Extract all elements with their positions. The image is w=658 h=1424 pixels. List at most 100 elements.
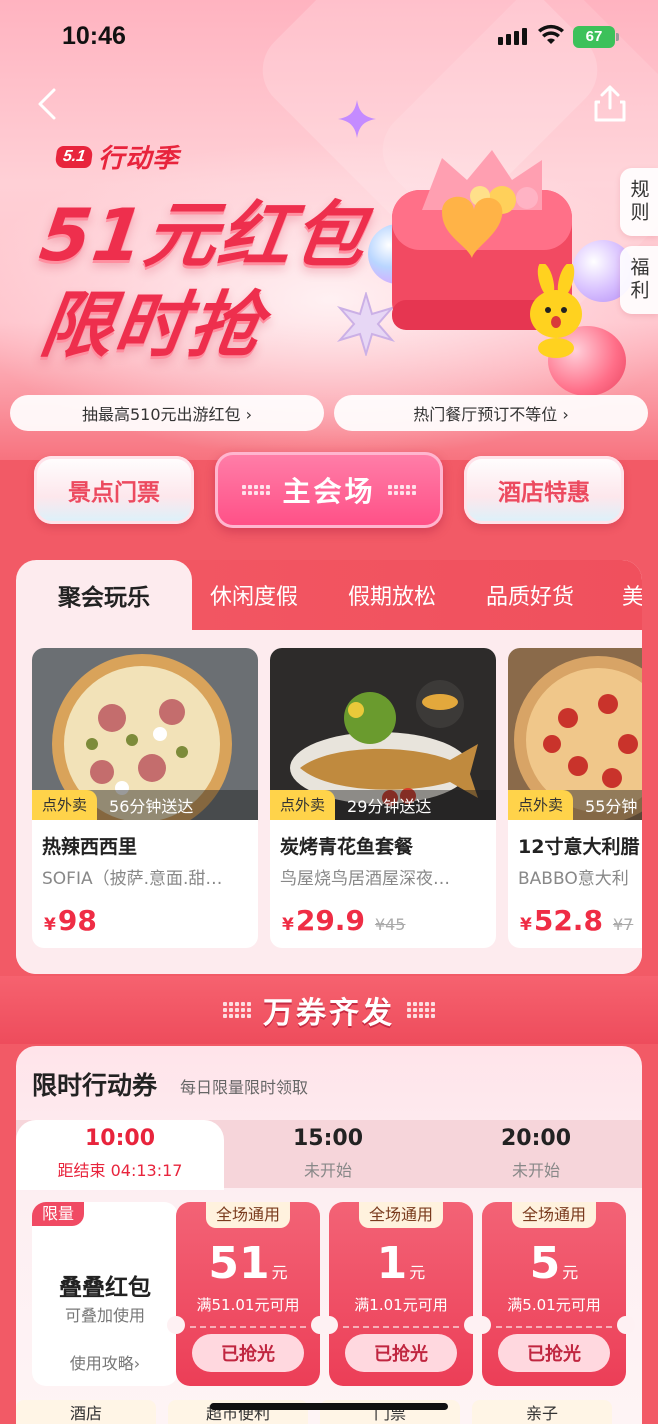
restaurant-booking-pill[interactable]: 热门餐厅预订不等位 › <box>334 395 648 431</box>
product-title: 12寸意大利腊 <box>518 836 640 858</box>
delivery-time: 29分钟送达 <box>347 797 432 816</box>
sold-out-button[interactable]: 已抢光 <box>345 1334 457 1372</box>
pixel-decoration <box>223 1002 251 1018</box>
main-venue-label: 主会场 <box>282 475 376 508</box>
coupon-value: 51 <box>208 1238 270 1289</box>
coupon-value: 1 <box>376 1238 408 1289</box>
battery-icon: 67 <box>573 26 619 48</box>
travel-red-packet-pill[interactable]: 抽最高510元出游红包 › <box>10 395 324 431</box>
product-subtitle: 鸟屋烧鸟居酒屋深夜… <box>280 869 450 889</box>
back-icon[interactable] <box>30 86 66 122</box>
voucher-panel: 限时行动券 每日限量限时领取 10:00 距结束 04:13:17 15:00 … <box>16 1046 642 1424</box>
coupon-unit: 元 <box>271 1263 288 1282</box>
voucher-section-title: 限时行动券 <box>32 1071 158 1100</box>
tab-holiday-relax[interactable]: 假期放松 <box>348 560 436 630</box>
coupon-card: 全场通用 1元 满1.01元可用 已抢光 <box>320 1202 482 1386</box>
coupon-condition: 满1.01元可用 <box>354 1296 448 1314</box>
price-value: 98 <box>57 904 97 937</box>
voucher-section-subtitle: 每日限量限时领取 <box>180 1078 309 1097</box>
currency-symbol: ¥ <box>520 915 532 935</box>
product-card[interactable]: 点外卖 55分钟 12寸意大利腊 BABBO意大利 ¥ 52.8 ¥7 <box>508 648 642 948</box>
product-price: ¥ 29.9 ¥45 <box>282 904 405 937</box>
limited-badge: 限量 <box>32 1202 85 1226</box>
price-value: 52.8 <box>533 904 603 937</box>
product-price: ¥ 98 <box>44 904 97 937</box>
coupon-unit: 元 <box>409 1263 426 1282</box>
pixel-decoration <box>242 485 271 495</box>
brand-text: 行动季 <box>98 144 180 174</box>
coupon-scope-tag: 全场通用 <box>511 1202 597 1228</box>
coupon-card: 全场通用 51 元 满51.01元可用 已抢光 <box>167 1202 329 1386</box>
slot-time: 15:00 <box>292 1126 364 1151</box>
coupon-amount: 1元 <box>329 1238 473 1289</box>
product-title: 炭烤青花鱼套餐 <box>280 836 414 858</box>
delivery-time: 56分钟送达 <box>109 797 194 816</box>
tab-party-fun[interactable]: 聚会玩乐 <box>16 560 192 630</box>
signal-icon <box>498 28 527 45</box>
original-price: ¥7 <box>612 915 634 934</box>
coupon-notch <box>320 1316 338 1334</box>
coupon-notch <box>617 1316 635 1334</box>
hero-banner: 10:46 67 5.1 行动季 51元红包 限时抢 规则 福利 抽最高510元… <box>0 0 658 460</box>
coupon-scope-tag: 全场通用 <box>358 1202 444 1228</box>
time-slot-1000[interactable]: 10:00 距结束 04:13:17 <box>16 1126 224 1181</box>
delivery-bar: 点外卖 29分钟送达 <box>270 790 496 820</box>
coupon-card: 全场通用 5元 满5.01元可用 已抢光 <box>473 1202 635 1386</box>
brand-badge: 5.1 <box>54 145 94 168</box>
coupon-divider <box>343 1326 459 1328</box>
bunny-mascot-icon <box>530 264 582 358</box>
original-price: ¥45 <box>374 915 406 934</box>
status-time: 10:46 <box>62 22 126 50</box>
delivery-tag: 点外卖 <box>508 790 574 820</box>
price-value: 29.9 <box>295 904 365 937</box>
headline-line2: 限时抢 <box>35 283 270 367</box>
banner-title: 万券齐发 <box>263 996 395 1031</box>
coupon-divider <box>496 1326 612 1328</box>
currency-symbol: ¥ <box>282 915 294 935</box>
stack-title: 叠叠红包 <box>59 1275 151 1301</box>
slot-status: 未开始 <box>303 1161 352 1180</box>
product-panel: 聚会玩乐 休闲度假 假期放松 品质好货 美 点外卖 56分钟送达 热辣西西里 S… <box>16 560 642 974</box>
share-icon[interactable] <box>588 82 632 126</box>
coupon-amount: 51 元 <box>176 1238 320 1289</box>
attractions-tickets-label: 景点门票 <box>68 480 160 506</box>
tab-more[interactable]: 美 <box>622 560 642 630</box>
coupon-scope-tag: 全场通用 <box>205 1202 291 1228</box>
tab-leisure-vacation[interactable]: 休闲度假 <box>210 560 298 630</box>
coupon-unit: 元 <box>562 1263 579 1282</box>
product-subtitle: SOFIA（披萨.意面.甜… <box>42 869 223 889</box>
product-price: ¥ 52.8 ¥7 <box>520 904 633 937</box>
coupon-condition: 满5.01元可用 <box>507 1296 601 1314</box>
main-venue-button[interactable]: 主会场 <box>215 452 443 528</box>
rules-tab[interactable]: 规则 <box>620 168 658 236</box>
pixel-decoration <box>387 485 416 495</box>
stack-red-packet-card[interactable]: 限量 叠叠红包 可叠加使用 使用攻略› <box>32 1202 178 1386</box>
product-subtitle: BABBO意大利 <box>518 869 629 889</box>
slot-countdown: 距结束 04:13:17 <box>57 1161 183 1180</box>
slot-time: 20:00 <box>500 1126 572 1151</box>
coupon-amount: 5元 <box>482 1238 626 1289</box>
attractions-tickets-button[interactable]: 景点门票 <box>34 456 194 524</box>
currency-symbol: ¥ <box>44 915 56 935</box>
sold-out-button[interactable]: 已抢光 <box>192 1334 304 1372</box>
product-cards: 点外卖 56分钟送达 热辣西西里 SOFIA（披萨.意面.甜… ¥ 98 点外卖 <box>16 630 642 974</box>
delivery-tag: 点外卖 <box>270 790 336 820</box>
tab-quality-goods[interactable]: 品质好货 <box>486 560 574 630</box>
category-hotel[interactable]: 酒店 <box>16 1400 156 1424</box>
pixel-decoration <box>407 1002 435 1018</box>
category-family[interactable]: 亲子 <box>472 1400 612 1424</box>
time-slot-2000[interactable]: 20:00 未开始 <box>432 1126 640 1181</box>
product-card[interactable]: 点外卖 56分钟送达 热辣西西里 SOFIA（披萨.意面.甜… ¥ 98 <box>32 648 258 948</box>
slot-status: 未开始 <box>511 1161 560 1180</box>
product-title: 热辣西西里 <box>42 836 138 858</box>
stack-subtitle: 可叠加使用 <box>64 1306 145 1325</box>
coupon-condition: 满51.01元可用 <box>196 1296 300 1314</box>
benefits-tab[interactable]: 福利 <box>620 246 658 314</box>
delivery-tag: 点外卖 <box>32 790 98 820</box>
delivery-bar: 点外卖 56分钟送达 <box>32 790 258 820</box>
time-slot-1500[interactable]: 15:00 未开始 <box>224 1126 432 1181</box>
hotel-deals-button[interactable]: 酒店特惠 <box>464 456 624 524</box>
product-card[interactable]: 点外卖 29分钟送达 炭烤青花鱼套餐 鸟屋烧鸟居酒屋深夜… ¥ 29.9 ¥45 <box>270 648 496 948</box>
sold-out-button[interactable]: 已抢光 <box>498 1334 610 1372</box>
usage-guide-link[interactable]: 使用攻略› <box>32 1350 178 1374</box>
